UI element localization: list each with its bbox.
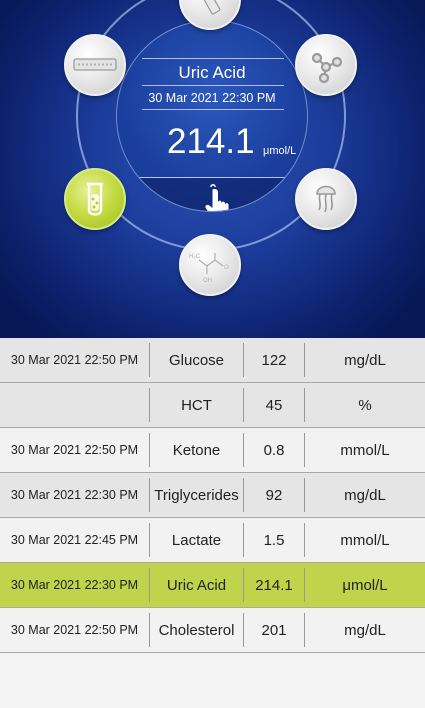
result-unit-cell: mg/dL [305,607,425,653]
result-unit-cell: mg/dL [305,338,425,383]
result-value: 0.8 [244,433,305,467]
result-row[interactable]: 30 Mar 2021 22:30 PM Triglycerides 92 mg/dL [0,472,425,518]
result-test-name-cell: HCT [150,382,244,428]
result-test-name-cell: Ketone [150,427,244,473]
center-readout: Uric Acid 30 Mar 2021 22:30 PM 214.1 μmo… [116,20,308,212]
result-row[interactable]: 30 Mar 2021 22:50 PM Cholesterol 201 mg/dL [0,607,425,653]
blood-tube-icon[interactable] [64,168,126,230]
result-datetime-cell: 30 Mar 2021 22:50 PM [0,427,150,473]
result-datetime: 30 Mar 2021 22:50 PM [0,613,150,647]
result-unit: mmol/L [340,441,390,459]
result-datetime: 30 Mar 2021 22:45 PM [0,523,150,557]
jellyfish-icon[interactable] [295,168,357,230]
result-test-name-cell: Lactate [150,517,244,563]
result-datetime: 30 Mar 2021 22:30 PM [0,478,150,512]
measure-button[interactable] [139,177,287,211]
strip-cartridge-icon[interactable] [64,34,126,96]
result-datetime-cell: 30 Mar 2021 22:30 PM [0,562,150,608]
test-datetime: 30 Mar 2021 22:30 PM [148,91,276,105]
divider [142,109,284,110]
result-datetime-cell: 30 Mar 2021 22:50 PM [0,338,150,383]
result-test-name: Uric Acid [150,568,244,602]
result-datetime-cell: 30 Mar 2021 22:30 PM [0,472,150,518]
result-test-name: Lactate [150,523,244,557]
result-unit: mmol/L [340,531,390,549]
result-unit: % [358,396,372,414]
measurement-dial: Uric Acid 30 Mar 2021 22:30 PM 214.1 μmo… [0,0,425,338]
result-row[interactable]: 30 Mar 2021 22:50 PM Ketone 0.8 mmol/L [0,427,425,473]
svg-text:H₃C: H₃C [189,254,201,260]
result-test-name-cell: Cholesterol [150,607,244,653]
result-datetime-cell [0,382,150,428]
svg-text:O: O [224,265,229,271]
test-title: Uric Acid [178,63,246,82]
result-test-name: Cholesterol [150,613,244,647]
result-test-name: Glucose [150,343,244,377]
result-row[interactable]: 30 Mar 2021 22:50 PM Glucose 122 mg/dL [0,338,425,383]
result-test-name-cell: Triglycerides [150,472,244,518]
result-unit-cell: % [305,382,425,428]
result-value: 214.1 [244,568,305,602]
divider [142,85,284,86]
result-test-name: Triglycerides [150,478,244,512]
result-row[interactable]: 30 Mar 2021 22:45 PM Lactate 1.5 mmol/L [0,517,425,563]
result-value-cell: 201 [244,607,305,653]
divider [142,58,284,59]
result-value-cell: 92 [244,472,305,518]
molecule-icon[interactable] [295,34,357,96]
result-unit-cell: μmol/L [305,562,425,608]
result-datetime-cell: 30 Mar 2021 22:45 PM [0,517,150,563]
result-value: 122 [244,343,305,377]
result-datetime [0,388,150,422]
result-datetime: 30 Mar 2021 22:50 PM [0,433,150,467]
result-test-name: HCT [150,388,244,422]
result-value-cell: 0.8 [244,427,305,473]
result-test-name: Ketone [150,433,244,467]
result-value-cell: 1.5 [244,517,305,563]
result-unit-cell: mmol/L [305,427,425,473]
result-value-cell: 45 [244,382,305,428]
result-test-name-cell: Glucose [150,338,244,383]
result-unit-cell: mmol/L [305,517,425,563]
result-unit: mg/dL [344,351,386,369]
result-value: 1.5 [244,523,305,557]
result-value: 45 [244,388,305,422]
svg-text:OH: OH [203,278,212,284]
lactate-formula-icon[interactable]: H₃C OH O [179,234,241,296]
result-value: 201 [244,613,305,647]
result-row[interactable]: 30 Mar 2021 22:30 PM Uric Acid 214.1 μmol/L [0,562,425,608]
result-unit-cell: mg/dL [305,472,425,518]
result-unit: mg/dL [344,621,386,639]
test-strip-icon[interactable] [179,0,241,30]
result-datetime: 30 Mar 2021 22:30 PM [0,568,150,602]
result-value-cell: 122 [244,338,305,383]
results-table: 30 Mar 2021 22:50 PM Glucose 122 mg/dL HCT 45… [0,338,425,653]
result-datetime-cell: 30 Mar 2021 22:50 PM [0,607,150,653]
result-test-name-cell: Uric Acid [150,562,244,608]
result-unit: mg/dL [344,486,386,504]
result-row[interactable]: HCT 45% [0,382,425,428]
result-datetime: 30 Mar 2021 22:50 PM [0,343,150,377]
result-value-cell: 214.1 [244,562,305,608]
test-value: 214.1 [167,122,255,161]
finger-tap-icon [205,184,229,211]
test-unit: μmol/L [263,145,297,157]
result-unit: μmol/L [342,576,388,594]
result-value: 92 [244,478,305,512]
